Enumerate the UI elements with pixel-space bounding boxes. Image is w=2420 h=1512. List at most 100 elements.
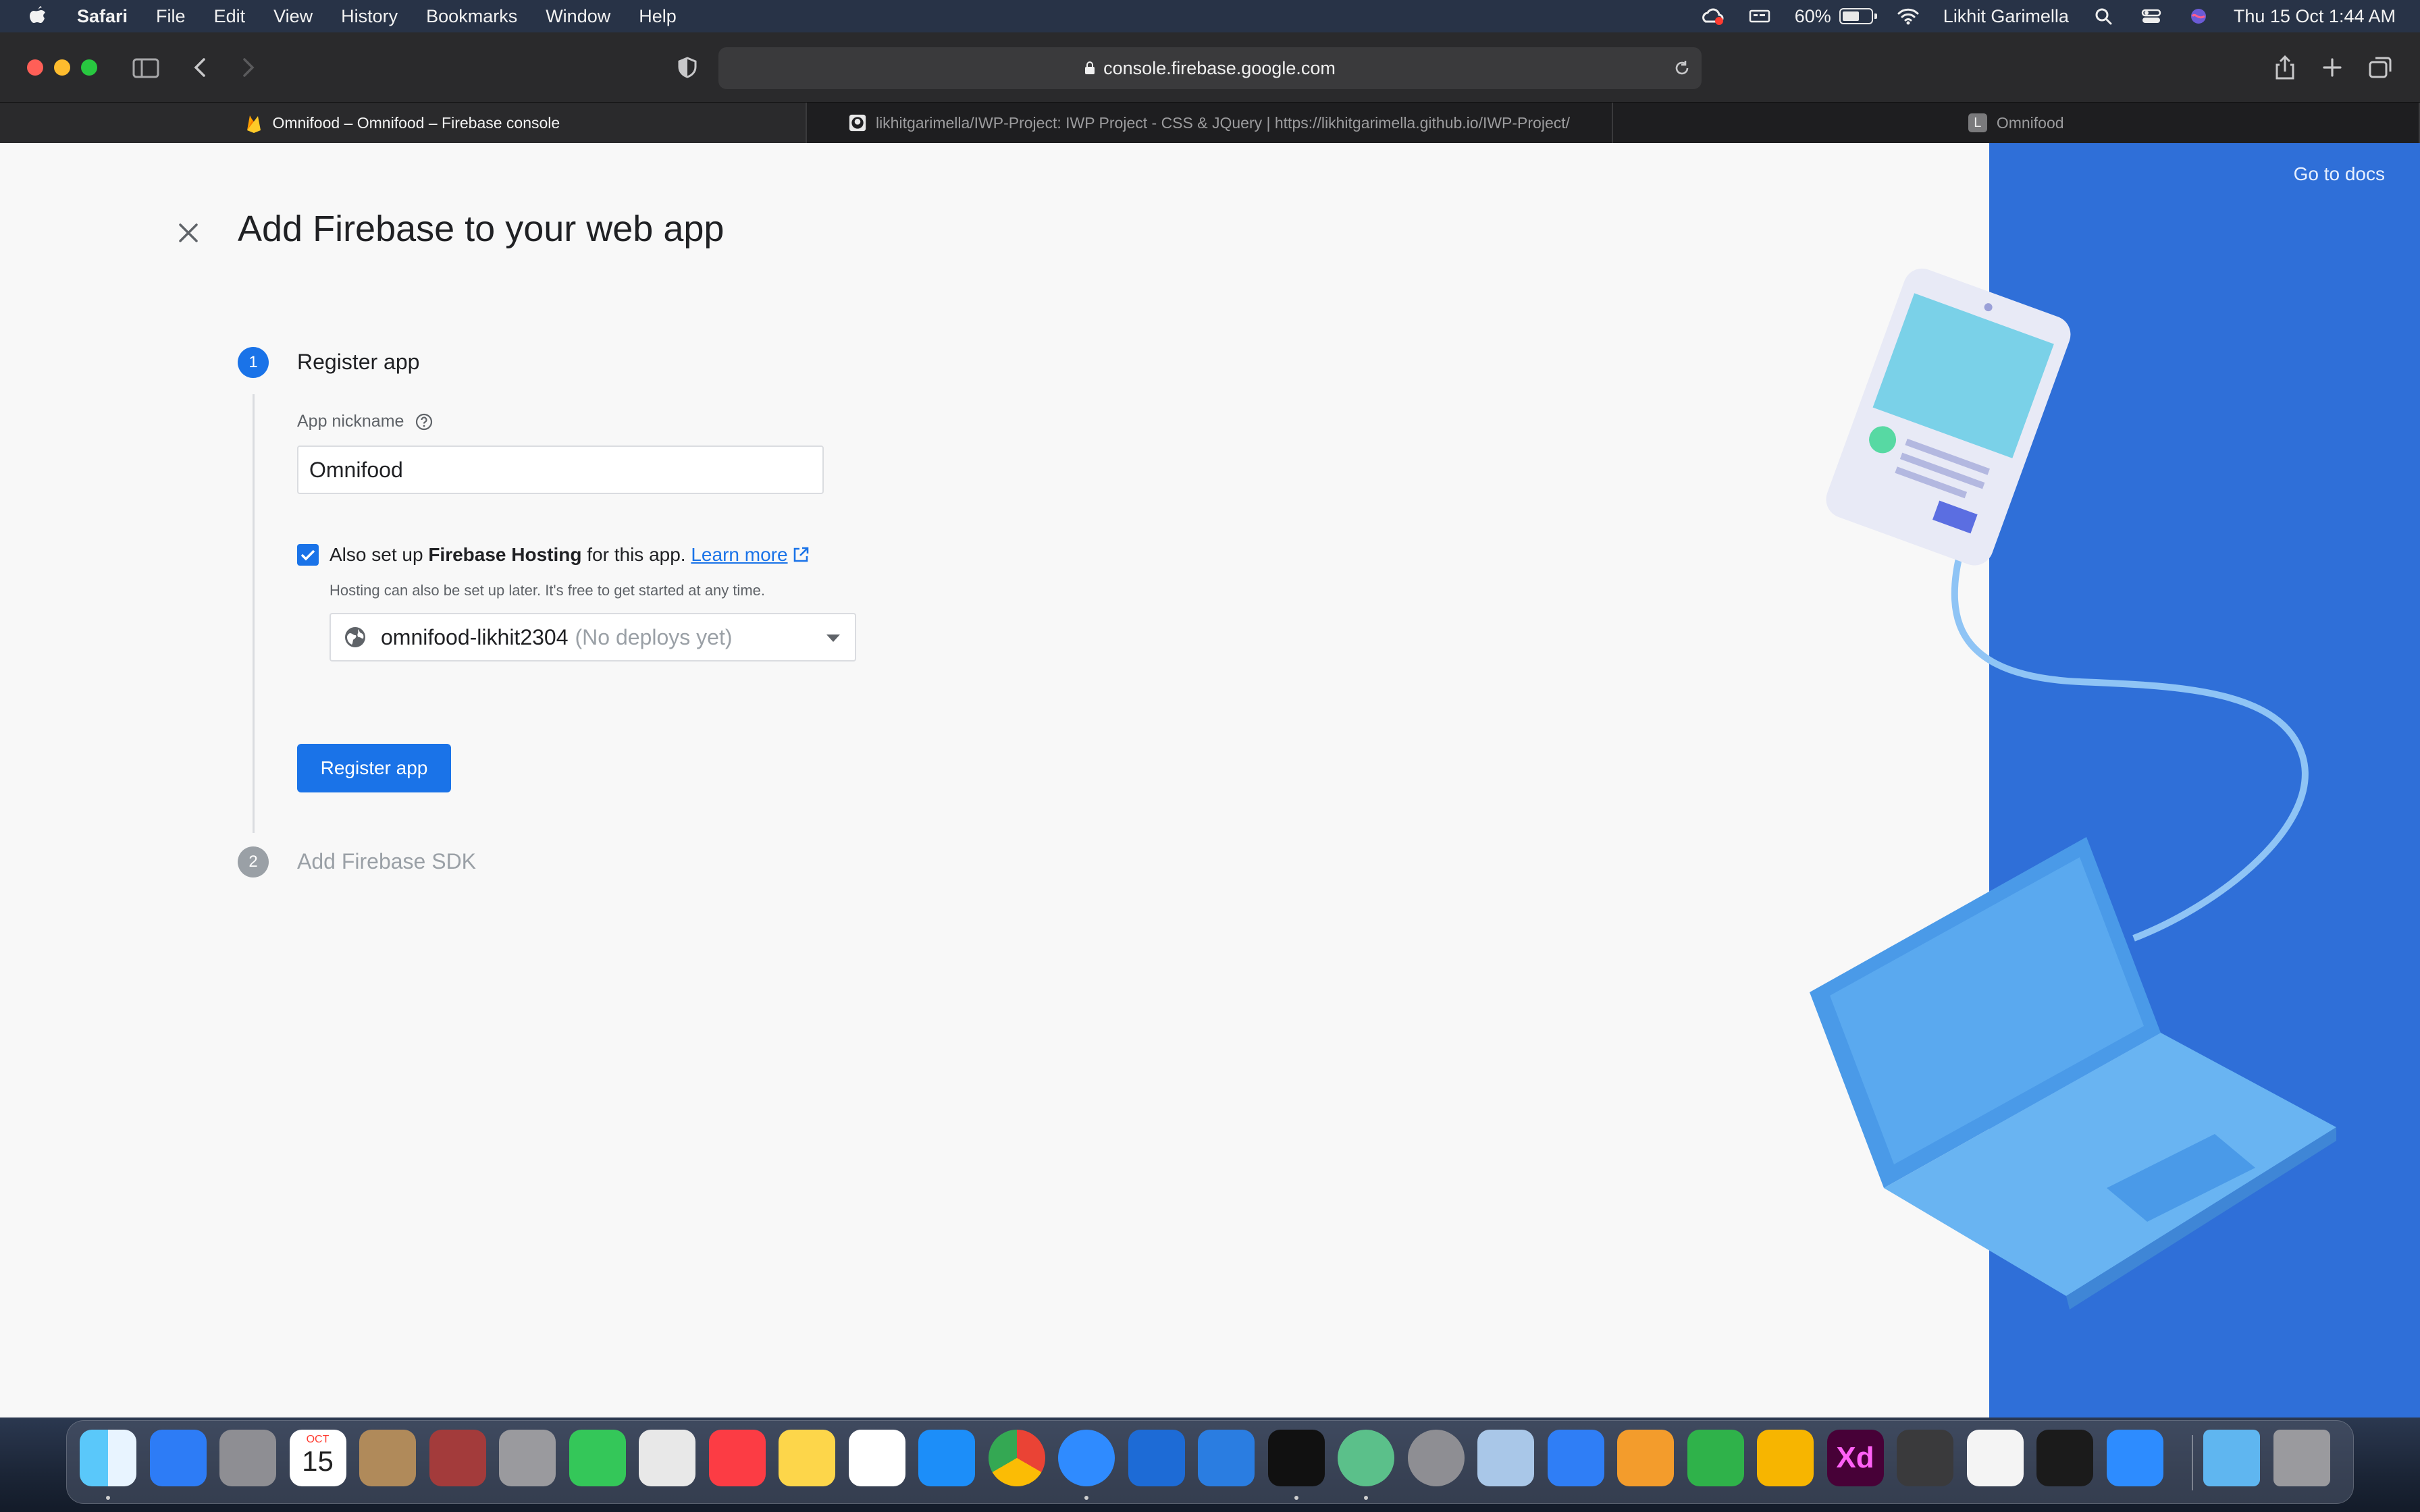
keyboard-input-icon[interactable] [1747, 7, 1772, 26]
close-window-button[interactable] [27, 59, 43, 76]
menu-edit[interactable]: Edit [214, 6, 246, 27]
dock-keynote-icon[interactable] [1547, 1430, 1604, 1486]
menu-window[interactable]: Window [546, 6, 610, 27]
address-bar[interactable]: console.firebase.google.com [718, 47, 1702, 89]
dock-xcode-beta-icon[interactable] [1198, 1430, 1255, 1486]
url-text: console.firebase.google.com [1103, 57, 1336, 78]
phone-laptop-illustration [1810, 268, 2336, 1310]
register-app-button[interactable]: Register app [297, 744, 451, 792]
dock-preview-icon[interactable] [1477, 1430, 1534, 1486]
control-center-icon[interactable] [2139, 7, 2163, 26]
share-icon[interactable] [2270, 54, 2300, 81]
dock-safari-icon[interactable] [1058, 1430, 1115, 1486]
reload-icon[interactable] [1672, 58, 1692, 78]
dock-terminal-icon[interactable] [1267, 1430, 1325, 1486]
site-status: (No deploys yet) [575, 624, 733, 649]
minimize-window-button[interactable] [54, 59, 70, 76]
dock-quicktime-icon[interactable] [1897, 1430, 1953, 1486]
omnifood-favicon-icon: L [1968, 113, 1987, 132]
dock-textedit-icon[interactable] [1966, 1430, 2024, 1486]
help-icon[interactable] [415, 412, 433, 431]
step-1-label: Register app [297, 350, 420, 374]
hosting-bold: Firebase Hosting [428, 544, 582, 565]
dock-photos-icon[interactable] [848, 1430, 905, 1486]
lock-icon [1085, 61, 1095, 74]
dock-dictionary-icon[interactable] [429, 1430, 486, 1486]
hosting-site-select[interactable]: omnifood-likhit2304 (No deploys yet) [330, 613, 856, 662]
dock-font-book-icon[interactable] [499, 1430, 556, 1486]
dock-downloads-icon[interactable] [2203, 1430, 2260, 1486]
dock-activity-monitor-icon[interactable] [2036, 1430, 2093, 1486]
dock-maps-icon[interactable] [639, 1430, 695, 1486]
hosting-suffix: for this app. [581, 544, 691, 565]
dock-running-indicator [106, 1496, 110, 1500]
dock-zoom-icon[interactable] [2106, 1430, 2163, 1486]
wifi-icon[interactable] [1896, 7, 1920, 26]
tab-overview-icon[interactable] [2366, 54, 2396, 81]
step-connector [253, 394, 255, 833]
dock-contacts-icon[interactable] [359, 1430, 416, 1486]
app-nickname-label-text: App nickname [297, 412, 404, 431]
dock-finder-icon[interactable] [80, 1430, 136, 1486]
hosting-checkbox[interactable] [297, 544, 319, 566]
menu-view[interactable]: View [273, 6, 313, 27]
tab-title: Omnifood [1996, 113, 2064, 132]
dock-launchpad-icon[interactable] [219, 1430, 276, 1486]
dock-sketch-icon[interactable] [1757, 1430, 1814, 1486]
learn-more-link[interactable]: Learn more [691, 544, 787, 565]
tab-title: likhitgarimella/IWP-Project: IWP Project… [875, 113, 1571, 132]
battery-icon[interactable] [1839, 8, 1877, 24]
dock-adobe-xd-icon[interactable]: Xd [1826, 1430, 1884, 1486]
dock-facetime-icon[interactable] [569, 1430, 626, 1486]
dock-music-icon[interactable] [708, 1430, 766, 1486]
go-to-docs-link[interactable]: Go to docs [2294, 163, 2385, 185]
hosting-prefix: Also set up [330, 544, 429, 565]
zoom-window-button[interactable] [81, 59, 97, 76]
apple-icon[interactable] [27, 4, 49, 28]
dock-pages-icon[interactable] [1617, 1430, 1674, 1486]
menu-file[interactable]: File [156, 6, 186, 27]
dock-xcode-icon[interactable] [1128, 1430, 1185, 1486]
dock-atom-icon[interactable] [1338, 1430, 1394, 1486]
adobe-xd-label: Xd [1836, 1441, 1874, 1474]
external-link-icon[interactable] [792, 546, 810, 564]
battery-percent: 60% [1794, 5, 1831, 26]
step-1-indicator: 1 [238, 347, 269, 378]
dock-system-preferences-icon[interactable] [1407, 1430, 1465, 1486]
user-name[interactable]: Likhit Garimella [1943, 6, 2069, 27]
close-icon[interactable] [177, 221, 200, 244]
menu-bar: Safari File Edit View History Bookmarks … [0, 0, 2420, 32]
dock-running-indicator [1294, 1496, 1298, 1500]
menu-history[interactable]: History [341, 6, 398, 27]
step-2-indicator: 2 [238, 846, 269, 878]
github-favicon-icon [849, 114, 866, 132]
globe-icon [345, 627, 365, 647]
dock-separator [2192, 1435, 2193, 1490]
menu-app-name[interactable]: Safari [77, 6, 128, 27]
sidebar-toggle-icon[interactable] [131, 54, 161, 81]
tab-github[interactable]: likhitgarimella/IWP-Project: IWP Project… [807, 103, 1614, 143]
app-nickname-input[interactable]: Omnifood [297, 446, 824, 494]
back-icon[interactable] [186, 54, 216, 81]
clock[interactable]: Thu 15 Oct 1:44 AM [2234, 6, 2396, 27]
new-tab-icon[interactable] [2317, 54, 2347, 81]
dock-calendar-icon[interactable]: OCT 15 [289, 1430, 346, 1486]
menu-help[interactable]: Help [639, 6, 677, 27]
dock-bluetooth-icon[interactable] [149, 1430, 207, 1486]
dock-app-store-icon[interactable] [918, 1430, 975, 1486]
siri-icon[interactable] [2186, 7, 2211, 26]
tab-title: Omnifood – Omnifood – Firebase console [272, 113, 560, 132]
firebase-favicon-icon [247, 115, 261, 133]
dock-trash-icon[interactable] [2273, 1430, 2330, 1486]
menu-bookmarks[interactable]: Bookmarks [426, 6, 517, 27]
dock-notes-icon[interactable] [779, 1430, 835, 1486]
tab-firebase-console[interactable]: Omnifood – Omnifood – Firebase console [0, 103, 807, 143]
privacy-shield-icon[interactable] [673, 54, 702, 81]
spotlight-search-icon[interactable] [2092, 7, 2116, 26]
creative-cloud-icon[interactable] [1700, 7, 1725, 26]
site-name: omnifood-likhit2304 [381, 624, 569, 649]
dock-chrome-icon[interactable] [988, 1430, 1045, 1486]
forward-icon[interactable] [232, 54, 262, 81]
tab-omnifood[interactable]: L Omnifood [1613, 103, 2420, 143]
dock-numbers-icon[interactable] [1687, 1430, 1744, 1486]
